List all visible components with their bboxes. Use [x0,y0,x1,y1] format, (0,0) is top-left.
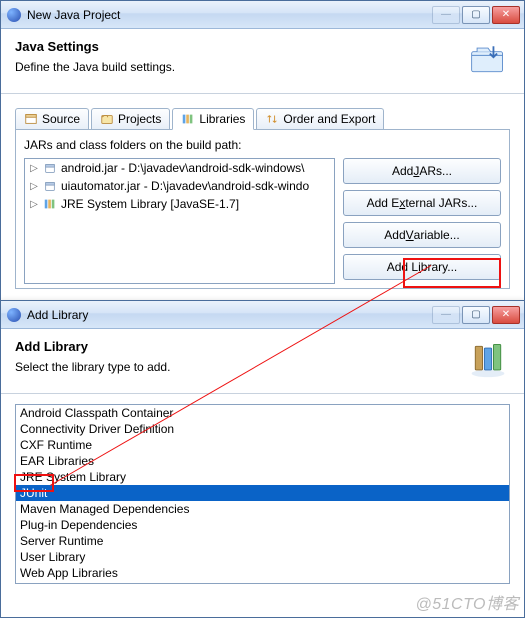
wizard-header: Add Library Select the library type to a… [1,329,524,394]
tab-source[interactable]: Source [15,108,89,129]
libraries-panel: JARs and class folders on the build path… [15,129,510,289]
list-item[interactable]: Server Runtime [16,533,509,549]
library-icon [43,197,57,211]
wizard-header: Java Settings Define the Java build sett… [1,29,524,94]
window-title: Add Library [27,308,432,322]
library-type-list[interactable]: Android Classpath Container Connectivity… [15,404,510,584]
tab-libraries[interactable]: Libraries [172,108,254,130]
expand-icon[interactable]: ▷ [29,181,39,192]
page-title: Java Settings [15,39,458,54]
page-title: Add Library [15,339,458,354]
list-item[interactable]: Plug-in Dependencies [16,517,509,533]
buildpath-label: JARs and class folders on the build path… [24,138,501,152]
add-variable-button[interactable]: Add Variable... [343,222,501,248]
maximize-button[interactable]: ▢ [462,6,490,24]
libraries-icon [181,112,195,126]
projects-icon [100,112,114,126]
tree-item-label: JRE System Library [JavaSE-1.7] [61,197,239,211]
jar-icon [43,179,57,193]
page-subtitle: Define the Java build settings. [15,60,458,74]
list-item[interactable]: User Library [16,549,509,565]
page-subtitle: Select the library type to add. [15,360,458,374]
tree-item[interactable]: ▷ android.jar - D:\javadev\android-sdk-w… [25,159,334,177]
list-item[interactable]: CXF Runtime [16,437,509,453]
order-icon [265,112,279,126]
list-item[interactable]: JRE System Library [16,469,509,485]
minimize-button[interactable]: — [432,306,460,324]
window-title: New Java Project [27,8,432,22]
add-jars-button[interactable]: Add JARs... [343,158,501,184]
add-library-button[interactable]: Add Library... [343,254,501,280]
close-button[interactable]: ✕ [492,6,520,24]
buildpath-tree[interactable]: ▷ android.jar - D:\javadev\android-sdk-w… [24,158,335,284]
window-controls: — ▢ ✕ [432,306,520,324]
tab-label: Libraries [199,112,245,126]
add-external-jars-button[interactable]: Add External JARs... [343,190,501,216]
jar-icon [43,161,57,175]
tabs: Source Projects Libraries Order and Expo… [1,94,524,129]
titlebar[interactable]: New Java Project — ▢ ✕ [1,1,524,29]
expand-icon[interactable]: ▷ [29,199,39,210]
titlebar[interactable]: Add Library — ▢ ✕ [1,301,524,329]
books-icon [466,339,510,379]
tree-item[interactable]: ▷ JRE System Library [JavaSE-1.7] [25,195,334,213]
add-library-window: Add Library — ▢ ✕ Add Library Select the… [0,300,525,618]
folder-icon [466,39,510,79]
list-item[interactable]: Android Classpath Container [16,405,509,421]
tab-label: Order and Export [283,112,375,126]
source-icon [24,112,38,126]
window-controls: — ▢ ✕ [432,6,520,24]
close-button[interactable]: ✕ [492,306,520,324]
tree-item-label: android.jar - D:\javadev\android-sdk-win… [61,161,304,175]
button-column: Add JARs... Add External JARs... Add Var… [343,158,501,284]
list-item[interactable]: Web App Libraries [16,565,509,581]
expand-icon[interactable]: ▷ [29,163,39,174]
tab-label: Projects [118,112,161,126]
tab-order-export[interactable]: Order and Export [256,108,384,129]
tree-item-label: uiautomator.jar - D:\javadev\android-sdk… [61,179,309,193]
list-item[interactable]: Connectivity Driver Definition [16,421,509,437]
eclipse-icon [7,308,21,322]
eclipse-icon [7,8,21,22]
maximize-button[interactable]: ▢ [462,306,490,324]
list-item[interactable]: Maven Managed Dependencies [16,501,509,517]
minimize-button[interactable]: — [432,6,460,24]
tree-item[interactable]: ▷ uiautomator.jar - D:\javadev\android-s… [25,177,334,195]
list-item[interactable]: EAR Libraries [16,453,509,469]
tab-label: Source [42,112,80,126]
tab-projects[interactable]: Projects [91,108,170,129]
list-item-junit[interactable]: JUnit [16,485,509,501]
